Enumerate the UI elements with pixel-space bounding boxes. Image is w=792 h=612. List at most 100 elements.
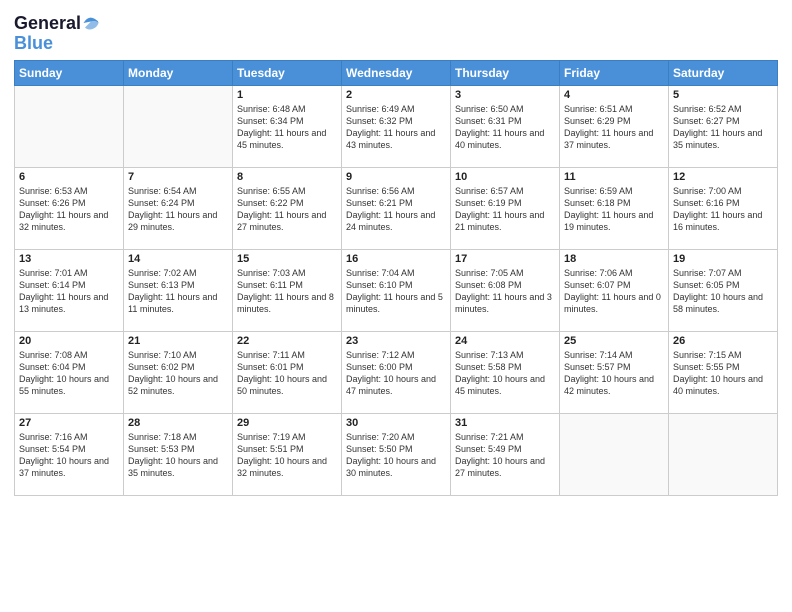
day-number: 21 [128,335,228,347]
day-info: Sunrise: 6:52 AM Sunset: 6:27 PM Dayligh… [673,103,773,152]
day-number: 19 [673,253,773,265]
day-cell: 13 Sunrise: 7:01 AM Sunset: 6:14 PM Dayli… [15,249,124,331]
day-cell [560,413,669,495]
day-number: 28 [128,417,228,429]
day-cell: 27Sunrise: 7:16 AM Sunset: 5:54 PM Dayli… [15,413,124,495]
day-number: 23 [346,335,446,347]
day-cell: 24 Sunrise: 7:13 AM Sunset: 5:58 PM Dayli… [451,331,560,413]
day-cell [15,85,124,167]
weekday-header-friday: Friday [560,60,669,85]
day-cell: 19 Sunrise: 7:07 AM Sunset: 6:05 PM Dayli… [669,249,778,331]
day-cell: 9 Sunrise: 6:56 AM Sunset: 6:21 PM Daylig… [342,167,451,249]
day-number: 2 [346,89,446,101]
logo: General Blue [14,14,100,54]
day-number: 8 [237,171,337,183]
logo-blue: Blue [14,33,53,53]
day-info: Sunrise: 6:48 AM Sunset: 6:34 PM Dayligh… [237,103,337,152]
weekday-header-wednesday: Wednesday [342,60,451,85]
day-info: Sunrise: 6:51 AM Sunset: 6:29 PM Dayligh… [564,103,664,152]
day-info: Sunrise: 6:57 AM Sunset: 6:19 PM Dayligh… [455,185,555,234]
logo-text: General [14,14,81,34]
day-info: Sunrise: 7:19 AM Sunset: 5:51 PM Dayligh… [237,431,337,480]
day-cell: 22 Sunrise: 7:11 AM Sunset: 6:01 PM Dayli… [233,331,342,413]
weekday-header-tuesday: Tuesday [233,60,342,85]
weekday-header-monday: Monday [124,60,233,85]
day-cell: 15Sunrise: 7:03 AM Sunset: 6:11 PM Dayli… [233,249,342,331]
day-cell: 17 Sunrise: 7:05 AM Sunset: 6:08 PM Dayli… [451,249,560,331]
day-cell: 2 Sunrise: 6:49 AM Sunset: 6:32 PM Daylig… [342,85,451,167]
day-number: 3 [455,89,555,101]
day-number: 27 [19,417,119,429]
weekday-header-sunday: Sunday [15,60,124,85]
header: General Blue [14,10,778,54]
day-info: Sunrise: 7:02 AM Sunset: 6:13 PM Dayligh… [128,267,228,316]
day-number: 22 [237,335,337,347]
day-number: 5 [673,89,773,101]
day-info: Sunrise: 7:10 AM Sunset: 6:02 PM Dayligh… [128,349,228,398]
day-info: Sunrise: 7:20 AM Sunset: 5:50 PM Dayligh… [346,431,446,480]
day-cell: 18 Sunrise: 7:06 AM Sunset: 6:07 PM Dayli… [560,249,669,331]
day-number: 7 [128,171,228,183]
calendar-table: SundayMondayTuesdayWednesdayThursdayFrid… [14,60,778,496]
day-number: 16 [346,253,446,265]
day-number: 1 [237,89,337,101]
day-cell: 25 Sunrise: 7:14 AM Sunset: 5:57 PM Dayli… [560,331,669,413]
day-info: Sunrise: 6:50 AM Sunset: 6:31 PM Dayligh… [455,103,555,152]
day-info: Sunrise: 6:56 AM Sunset: 6:21 PM Dayligh… [346,185,446,234]
weekday-header-row: SundayMondayTuesdayWednesdayThursdayFrid… [15,60,778,85]
week-row-4: 20Sunrise: 7:08 AM Sunset: 6:04 PM Dayli… [15,331,778,413]
day-info: Sunrise: 6:54 AM Sunset: 6:24 PM Dayligh… [128,185,228,234]
day-cell: 29 Sunrise: 7:19 AM Sunset: 5:51 PM Dayli… [233,413,342,495]
day-cell: 16 Sunrise: 7:04 AM Sunset: 6:10 PM Dayli… [342,249,451,331]
day-cell: 30Sunrise: 7:20 AM Sunset: 5:50 PM Dayli… [342,413,451,495]
day-cell: 6 Sunrise: 6:53 AM Sunset: 6:26 PM Daylig… [15,167,124,249]
day-cell: 12Sunrise: 7:00 AM Sunset: 6:16 PM Dayli… [669,167,778,249]
day-info: Sunrise: 7:04 AM Sunset: 6:10 PM Dayligh… [346,267,446,316]
logo-icon [82,14,100,32]
day-number: 25 [564,335,664,347]
day-cell: 14 Sunrise: 7:02 AM Sunset: 6:13 PM Dayli… [124,249,233,331]
weekday-header-thursday: Thursday [451,60,560,85]
day-cell: 21 Sunrise: 7:10 AM Sunset: 6:02 PM Dayli… [124,331,233,413]
day-cell: 1 Sunrise: 6:48 AM Sunset: 6:34 PM Daylig… [233,85,342,167]
day-number: 31 [455,417,555,429]
day-number: 12 [673,171,773,183]
day-cell: 3 Sunrise: 6:50 AM Sunset: 6:31 PM Daylig… [451,85,560,167]
day-info: Sunrise: 7:11 AM Sunset: 6:01 PM Dayligh… [237,349,337,398]
day-info: Sunrise: 6:49 AM Sunset: 6:32 PM Dayligh… [346,103,446,152]
day-cell: 11Sunrise: 6:59 AM Sunset: 6:18 PM Dayli… [560,167,669,249]
week-row-3: 13 Sunrise: 7:01 AM Sunset: 6:14 PM Dayli… [15,249,778,331]
day-cell: 5 Sunrise: 6:52 AM Sunset: 6:27 PM Daylig… [669,85,778,167]
day-number: 14 [128,253,228,265]
day-number: 24 [455,335,555,347]
day-info: Sunrise: 6:55 AM Sunset: 6:22 PM Dayligh… [237,185,337,234]
week-row-2: 6 Sunrise: 6:53 AM Sunset: 6:26 PM Daylig… [15,167,778,249]
day-number: 26 [673,335,773,347]
day-number: 9 [346,171,446,183]
day-number: 4 [564,89,664,101]
day-number: 13 [19,253,119,265]
day-number: 18 [564,253,664,265]
day-cell: 23Sunrise: 7:12 AM Sunset: 6:00 PM Dayli… [342,331,451,413]
day-cell: 26Sunrise: 7:15 AM Sunset: 5:55 PM Dayli… [669,331,778,413]
day-info: Sunrise: 7:06 AM Sunset: 6:07 PM Dayligh… [564,267,664,316]
day-cell: 10 Sunrise: 6:57 AM Sunset: 6:19 PM Dayli… [451,167,560,249]
week-row-5: 27Sunrise: 7:16 AM Sunset: 5:54 PM Dayli… [15,413,778,495]
day-cell: 4 Sunrise: 6:51 AM Sunset: 6:29 PM Daylig… [560,85,669,167]
day-number: 10 [455,171,555,183]
week-row-1: 1 Sunrise: 6:48 AM Sunset: 6:34 PM Daylig… [15,85,778,167]
day-cell [124,85,233,167]
day-info: Sunrise: 6:53 AM Sunset: 6:26 PM Dayligh… [19,185,119,234]
day-info: Sunrise: 7:01 AM Sunset: 6:14 PM Dayligh… [19,267,119,316]
day-number: 17 [455,253,555,265]
day-number: 6 [19,171,119,183]
day-info: Sunrise: 7:07 AM Sunset: 6:05 PM Dayligh… [673,267,773,316]
day-info: Sunrise: 7:14 AM Sunset: 5:57 PM Dayligh… [564,349,664,398]
day-info: Sunrise: 7:05 AM Sunset: 6:08 PM Dayligh… [455,267,555,316]
day-number: 15 [237,253,337,265]
day-info: Sunrise: 7:13 AM Sunset: 5:58 PM Dayligh… [455,349,555,398]
day-info: Sunrise: 7:08 AM Sunset: 6:04 PM Dayligh… [19,349,119,398]
day-cell: 7 Sunrise: 6:54 AM Sunset: 6:24 PM Daylig… [124,167,233,249]
weekday-header-saturday: Saturday [669,60,778,85]
day-number: 29 [237,417,337,429]
